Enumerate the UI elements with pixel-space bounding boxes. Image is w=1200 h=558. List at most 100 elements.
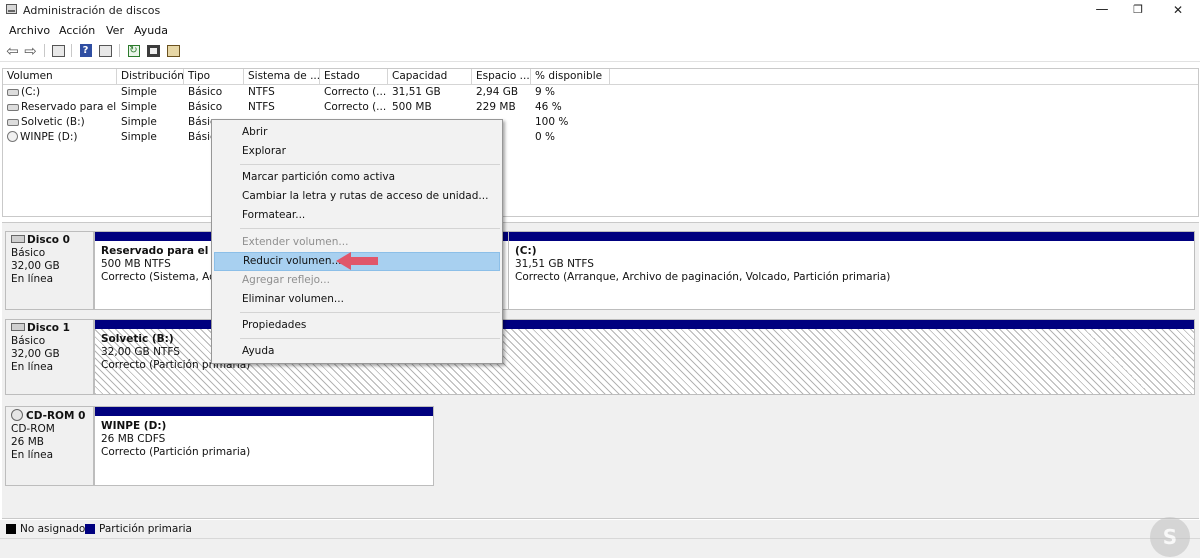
table-row[interactable]: Reservado para el ... Simple Básico NTFS… [3,100,1198,115]
drive-icon [7,104,19,111]
volume-list[interactable]: Volumen Distribución Tipo Sistema de ...… [2,68,1199,217]
cdrom-icon [7,131,18,142]
column-header-porcentaje[interactable]: % disponible [531,69,610,85]
minimize-button[interactable]: — [1082,0,1122,22]
volume-list-header: Volumen Distribución Tipo Sistema de ...… [3,69,1198,85]
status-cell: Correcto (... [324,86,387,98]
menu-bar: Archivo Acción Ver Ayuda [0,22,1200,40]
cdrom-icon [11,409,23,421]
close-button[interactable]: ✕ [1158,0,1198,22]
disk-size: 32,00 GB [11,260,60,272]
forward-arrow-icon[interactable]: ⇨ [23,42,38,60]
volume-cell: Solvetic (B:) [3,115,117,130]
partition-size: 26 MB CDFS [101,433,166,445]
menu-ver[interactable]: Ver [106,24,124,37]
disk-graphical-view: Disco 0 Básico 32,00 GB En línea Reserva… [2,222,1199,519]
fs-cell: NTFS [248,86,275,98]
volume-name: WINPE (D:) [20,131,78,143]
volume-cell: (C:) [3,85,117,100]
disk-0-info[interactable]: Disco 0 Básico 32,00 GB En línea [5,231,94,310]
column-header-capacidad[interactable]: Capacidad [388,69,472,85]
drive-icon [7,119,19,126]
menu-ayuda[interactable]: Ayuda [134,24,168,37]
partition-status: Correcto (Arranque, Archivo de paginació… [515,271,891,283]
menu-separator [240,164,500,165]
disk-name: Disco 1 [27,322,70,334]
help-icon[interactable]: ? [78,43,93,58]
layout-cell: Simple [121,101,157,113]
menu-accion[interactable]: Acción [59,24,95,37]
disk-icon [11,235,25,243]
table-row[interactable]: Solvetic (B:) Simple Básic 100 % [3,115,1198,130]
window-title: Administración de discos [23,4,161,17]
column-header-distribucion[interactable]: Distribución [117,69,184,85]
annotation-arrow-icon [336,252,378,270]
menu-separator [240,228,500,229]
watermark-logo: S [1150,517,1190,557]
layout-cell: Simple [121,86,157,98]
column-header-estado[interactable]: Estado [320,69,388,85]
type-cell: Básico [188,86,223,98]
menu-item-cambiar-letra[interactable]: Cambiar la letra y rutas de acceso de un… [214,187,500,206]
column-header-sistema[interactable]: Sistema de ... [244,69,320,85]
partition-c[interactable]: (C:) 31,51 GB NTFS Correcto (Arranque, A… [508,231,1195,310]
volume-cell: WINPE (D:) [3,130,117,145]
primary-partition-swatch [85,524,95,534]
disk-type: Básico [11,335,46,347]
partition-size: 31,51 GB NTFS [515,258,594,270]
volume-name: Solvetic (B:) [21,116,85,128]
menu-item-agregar-reflejo: Agregar reflejo... [242,274,330,286]
disk-state: En línea [11,273,54,285]
menu-item-propiedades[interactable]: Propiedades [214,316,500,335]
context-menu: Abrir Explorar Marcar partición como act… [211,119,503,364]
status-cell: Correcto (... [324,101,387,113]
status-bar [0,538,1200,558]
menu-item-formatear[interactable]: Formatear... [214,206,500,225]
disk-name: Disco 0 [27,234,70,246]
legend-unallocated: No asignado [20,523,86,535]
disk-size: 32,00 GB [11,348,60,360]
menu-item-abrir[interactable]: Abrir [214,123,500,142]
cdrom-0-info[interactable]: CD-ROM 0 CD-ROM 26 MB En línea [5,406,94,486]
menu-item-explorar[interactable]: Explorar [214,142,500,161]
capacity-cell: 31,51 GB [392,86,441,98]
primary-partition-band [509,232,1194,241]
menu-item-extender: Extender volumen... [242,236,349,248]
pct-cell: 9 % [535,86,555,98]
disk-type: CD-ROM [11,423,55,435]
check-disk-icon[interactable] [146,43,161,58]
menu-item-marcar-activa[interactable]: Marcar partición como activa [214,168,500,187]
volume-name: Reservado para el ... [21,101,117,113]
toolbar-separator [119,44,120,57]
layout-cell: Simple [121,116,157,128]
disk-view-icon[interactable] [98,43,113,58]
pct-cell: 0 % [535,131,555,143]
column-header-volumen[interactable]: Volumen [3,69,117,85]
disk-1-info[interactable]: Disco 1 Básico 32,00 GB En línea [5,319,94,395]
column-header-tipo[interactable]: Tipo [184,69,244,85]
properties-icon[interactable] [166,43,181,58]
volume-cell: Reservado para el ... [3,100,117,115]
menu-item-eliminar[interactable]: Eliminar volumen... [214,290,500,309]
title-bar: Administración de discos — ❐ ✕ [0,0,1200,22]
table-row[interactable]: WINPE (D:) Simple Básic 0 % [3,130,1198,145]
disk-state: En línea [11,449,54,461]
back-arrow-icon[interactable]: ⇦ [5,42,20,60]
help-glyph: ? [79,44,92,57]
fs-cell: NTFS [248,101,275,113]
layout-cell: Simple [121,131,157,143]
disk-management-icon [6,4,17,14]
column-header-espacio[interactable]: Espacio ... [472,69,531,85]
partition-status: Correcto (Partición primaria) [101,446,251,458]
maximize-button[interactable]: ❐ [1118,0,1158,22]
menu-item-ayuda[interactable]: Ayuda [214,342,500,361]
table-row[interactable]: (C:) Simple Básico NTFS Correcto (... 31… [3,85,1198,100]
toolbar: ⇦ ⇨ ? ↻ [0,40,1200,62]
disk-type: Básico [11,247,46,259]
unallocated-swatch [6,524,16,534]
refresh-icon[interactable]: ↻ [126,43,141,58]
pct-cell: 46 % [535,101,562,113]
partition-winpe[interactable]: WINPE (D:) 26 MB CDFS Correcto (Partició… [94,406,434,486]
menu-archivo[interactable]: Archivo [9,24,50,37]
disk-list-icon[interactable] [51,43,66,58]
